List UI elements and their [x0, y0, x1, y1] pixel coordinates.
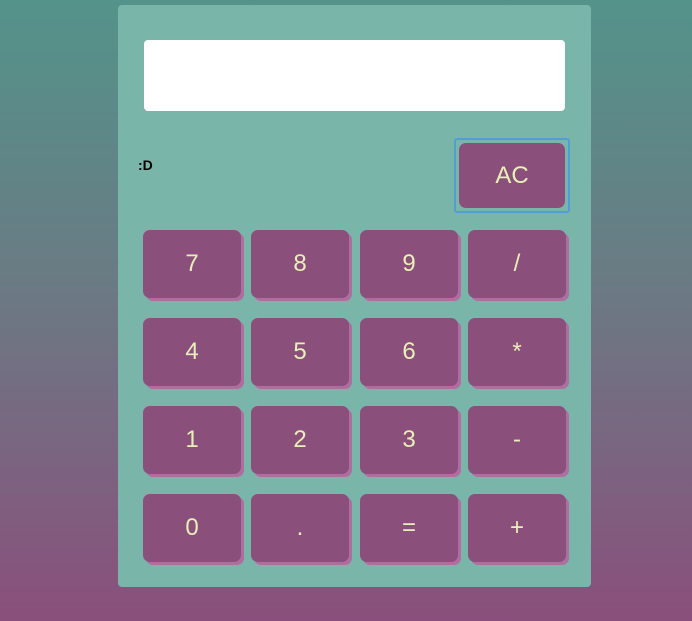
- clear-button[interactable]: AC: [459, 143, 565, 208]
- key-3-button[interactable]: 3: [360, 406, 458, 474]
- subtract-button[interactable]: -: [468, 406, 566, 474]
- key-6-button[interactable]: 6: [360, 318, 458, 386]
- key-8-button[interactable]: 8: [251, 230, 349, 298]
- add-button[interactable]: +: [468, 494, 566, 562]
- divide-button[interactable]: /: [468, 230, 566, 298]
- calculator-panel: :D AC 7 8 9 / 4 5 6 * 1 2 3 - 0 . = +: [118, 5, 591, 587]
- decimal-point-button[interactable]: .: [251, 494, 349, 562]
- equals-button[interactable]: =: [360, 494, 458, 562]
- multiply-button[interactable]: *: [468, 318, 566, 386]
- key-0-button[interactable]: 0: [143, 494, 241, 562]
- key-9-button[interactable]: 9: [360, 230, 458, 298]
- key-4-button[interactable]: 4: [143, 318, 241, 386]
- calculator-display: [144, 40, 565, 111]
- clear-button-focus-ring: AC: [454, 138, 570, 213]
- key-7-button[interactable]: 7: [143, 230, 241, 298]
- key-1-button[interactable]: 1: [143, 406, 241, 474]
- key-2-button[interactable]: 2: [251, 406, 349, 474]
- key-5-button[interactable]: 5: [251, 318, 349, 386]
- smiley-label: :D: [138, 157, 153, 173]
